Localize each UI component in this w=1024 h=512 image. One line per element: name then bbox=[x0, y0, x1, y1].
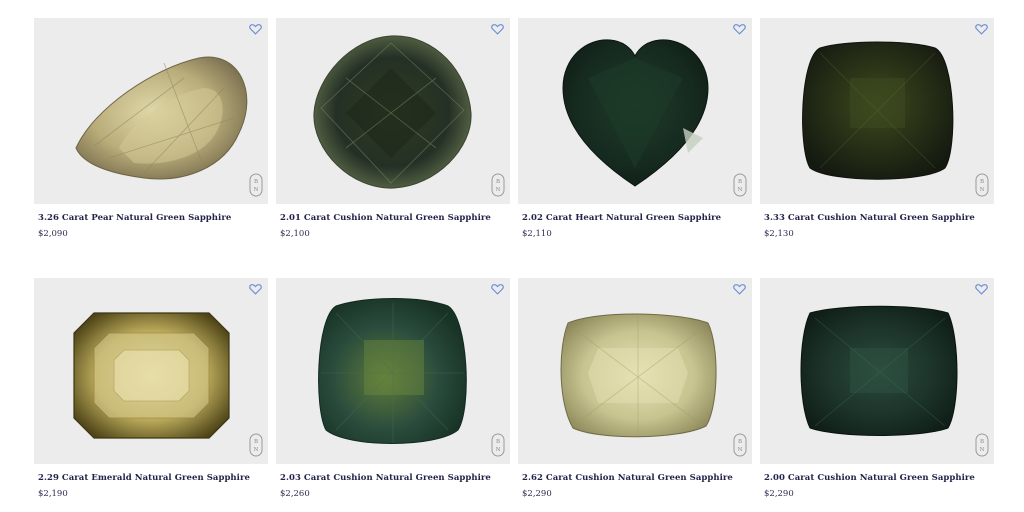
product-photo[interactable]: B N bbox=[760, 278, 994, 464]
product-photo[interactable]: B N bbox=[760, 18, 994, 204]
product-price: $2,290 bbox=[764, 489, 794, 499]
cushion-gemstone-image bbox=[560, 313, 717, 438]
product-card[interactable]: B N 2.02 Carat Heart Natural Green Sapph… bbox=[518, 18, 752, 239]
product-photo[interactable]: B N bbox=[276, 18, 510, 204]
product-card[interactable]: B N 2.62 Carat Cushion Natural Green Sap… bbox=[518, 278, 752, 499]
cushion-gemstone-image bbox=[802, 41, 954, 180]
product-price: $2,260 bbox=[280, 489, 310, 499]
product-title[interactable]: 2.01 Carat Cushion Natural Green Sapphir… bbox=[280, 213, 510, 223]
badge-letter-n: N bbox=[254, 187, 259, 193]
badge-letter-n: N bbox=[496, 447, 501, 453]
heart-outline-icon[interactable] bbox=[975, 283, 988, 295]
badge-letter-n: N bbox=[980, 187, 985, 193]
product-card[interactable]: B N 3.26 Carat Pear Natural Green Sapphi… bbox=[34, 18, 268, 239]
bn-badge-icon: B N bbox=[733, 433, 747, 457]
product-price: $2,190 bbox=[38, 489, 68, 499]
product-title[interactable]: 2.29 Carat Emerald Natural Green Sapphir… bbox=[38, 473, 268, 483]
heart-outline-icon[interactable] bbox=[491, 23, 504, 35]
product-price: $2,290 bbox=[522, 489, 552, 499]
product-card[interactable]: B N 2.03 Carat Cushion Natural Green Sap… bbox=[276, 278, 510, 499]
badge-letter-n: N bbox=[980, 447, 985, 453]
cushion-gemstone-image bbox=[313, 35, 472, 189]
heart-outline-icon[interactable] bbox=[975, 23, 988, 35]
product-title[interactable]: 3.26 Carat Pear Natural Green Sapphire bbox=[38, 213, 268, 223]
product-card[interactable]: B N 2.00 Carat Cushion Natural Green Sap… bbox=[760, 278, 994, 499]
product-photo[interactable]: B N bbox=[34, 18, 268, 204]
product-photo[interactable]: B N bbox=[34, 278, 268, 464]
badge-letter-b: B bbox=[496, 439, 500, 445]
badge-letter-b: B bbox=[496, 179, 500, 185]
product-title[interactable]: 2.02 Carat Heart Natural Green Sapphire bbox=[522, 213, 752, 223]
emerald-cut-gemstone-image bbox=[73, 312, 230, 439]
product-title[interactable]: 2.62 Carat Cushion Natural Green Sapphir… bbox=[522, 473, 752, 483]
heart-gemstone-image bbox=[562, 39, 709, 187]
badge-letter-n: N bbox=[738, 447, 743, 453]
bn-badge-icon: B N bbox=[249, 173, 263, 197]
product-card[interactable]: B N 3.33 Carat Cushion Natural Green Sap… bbox=[760, 18, 994, 239]
product-price: $2,130 bbox=[764, 229, 794, 239]
product-photo[interactable]: B N bbox=[518, 18, 752, 204]
badge-letter-b: B bbox=[254, 179, 258, 185]
heart-outline-icon[interactable] bbox=[491, 283, 504, 295]
badge-letter-b: B bbox=[254, 439, 258, 445]
product-title[interactable]: 2.03 Carat Cushion Natural Green Sapphir… bbox=[280, 473, 510, 483]
badge-letter-b: B bbox=[980, 179, 984, 185]
badge-letter-n: N bbox=[738, 187, 743, 193]
bn-badge-icon: B N bbox=[975, 433, 989, 457]
badge-letter-n: N bbox=[254, 447, 259, 453]
cushion-gemstone-image bbox=[800, 305, 958, 436]
bn-badge-icon: B N bbox=[975, 173, 989, 197]
product-title[interactable]: 3.33 Carat Cushion Natural Green Sapphir… bbox=[764, 213, 994, 223]
heart-outline-icon[interactable] bbox=[249, 23, 262, 35]
cushion-gemstone-image bbox=[318, 298, 467, 444]
product-photo[interactable]: B N bbox=[518, 278, 752, 464]
badge-letter-b: B bbox=[980, 439, 984, 445]
heart-outline-icon[interactable] bbox=[249, 283, 262, 295]
badge-letter-b: B bbox=[738, 179, 742, 185]
heart-outline-icon[interactable] bbox=[733, 23, 746, 35]
badge-letter-b: B bbox=[738, 439, 742, 445]
product-title[interactable]: 2.00 Carat Cushion Natural Green Sapphir… bbox=[764, 473, 994, 483]
pear-gemstone-image bbox=[75, 56, 248, 180]
product-card[interactable]: B N 2.01 Carat Cushion Natural Green Sap… bbox=[276, 18, 510, 239]
heart-outline-icon[interactable] bbox=[733, 283, 746, 295]
product-photo[interactable]: B N bbox=[276, 278, 510, 464]
badge-letter-n: N bbox=[496, 187, 501, 193]
bn-badge-icon: B N bbox=[249, 433, 263, 457]
bn-badge-icon: B N bbox=[491, 433, 505, 457]
product-price: $2,110 bbox=[522, 229, 552, 239]
product-price: $2,100 bbox=[280, 229, 310, 239]
bn-badge-icon: B N bbox=[733, 173, 747, 197]
product-card[interactable]: B N 2.29 Carat Emerald Natural Green Sap… bbox=[34, 278, 268, 499]
product-price: $2,090 bbox=[38, 229, 68, 239]
bn-badge-icon: B N bbox=[491, 173, 505, 197]
